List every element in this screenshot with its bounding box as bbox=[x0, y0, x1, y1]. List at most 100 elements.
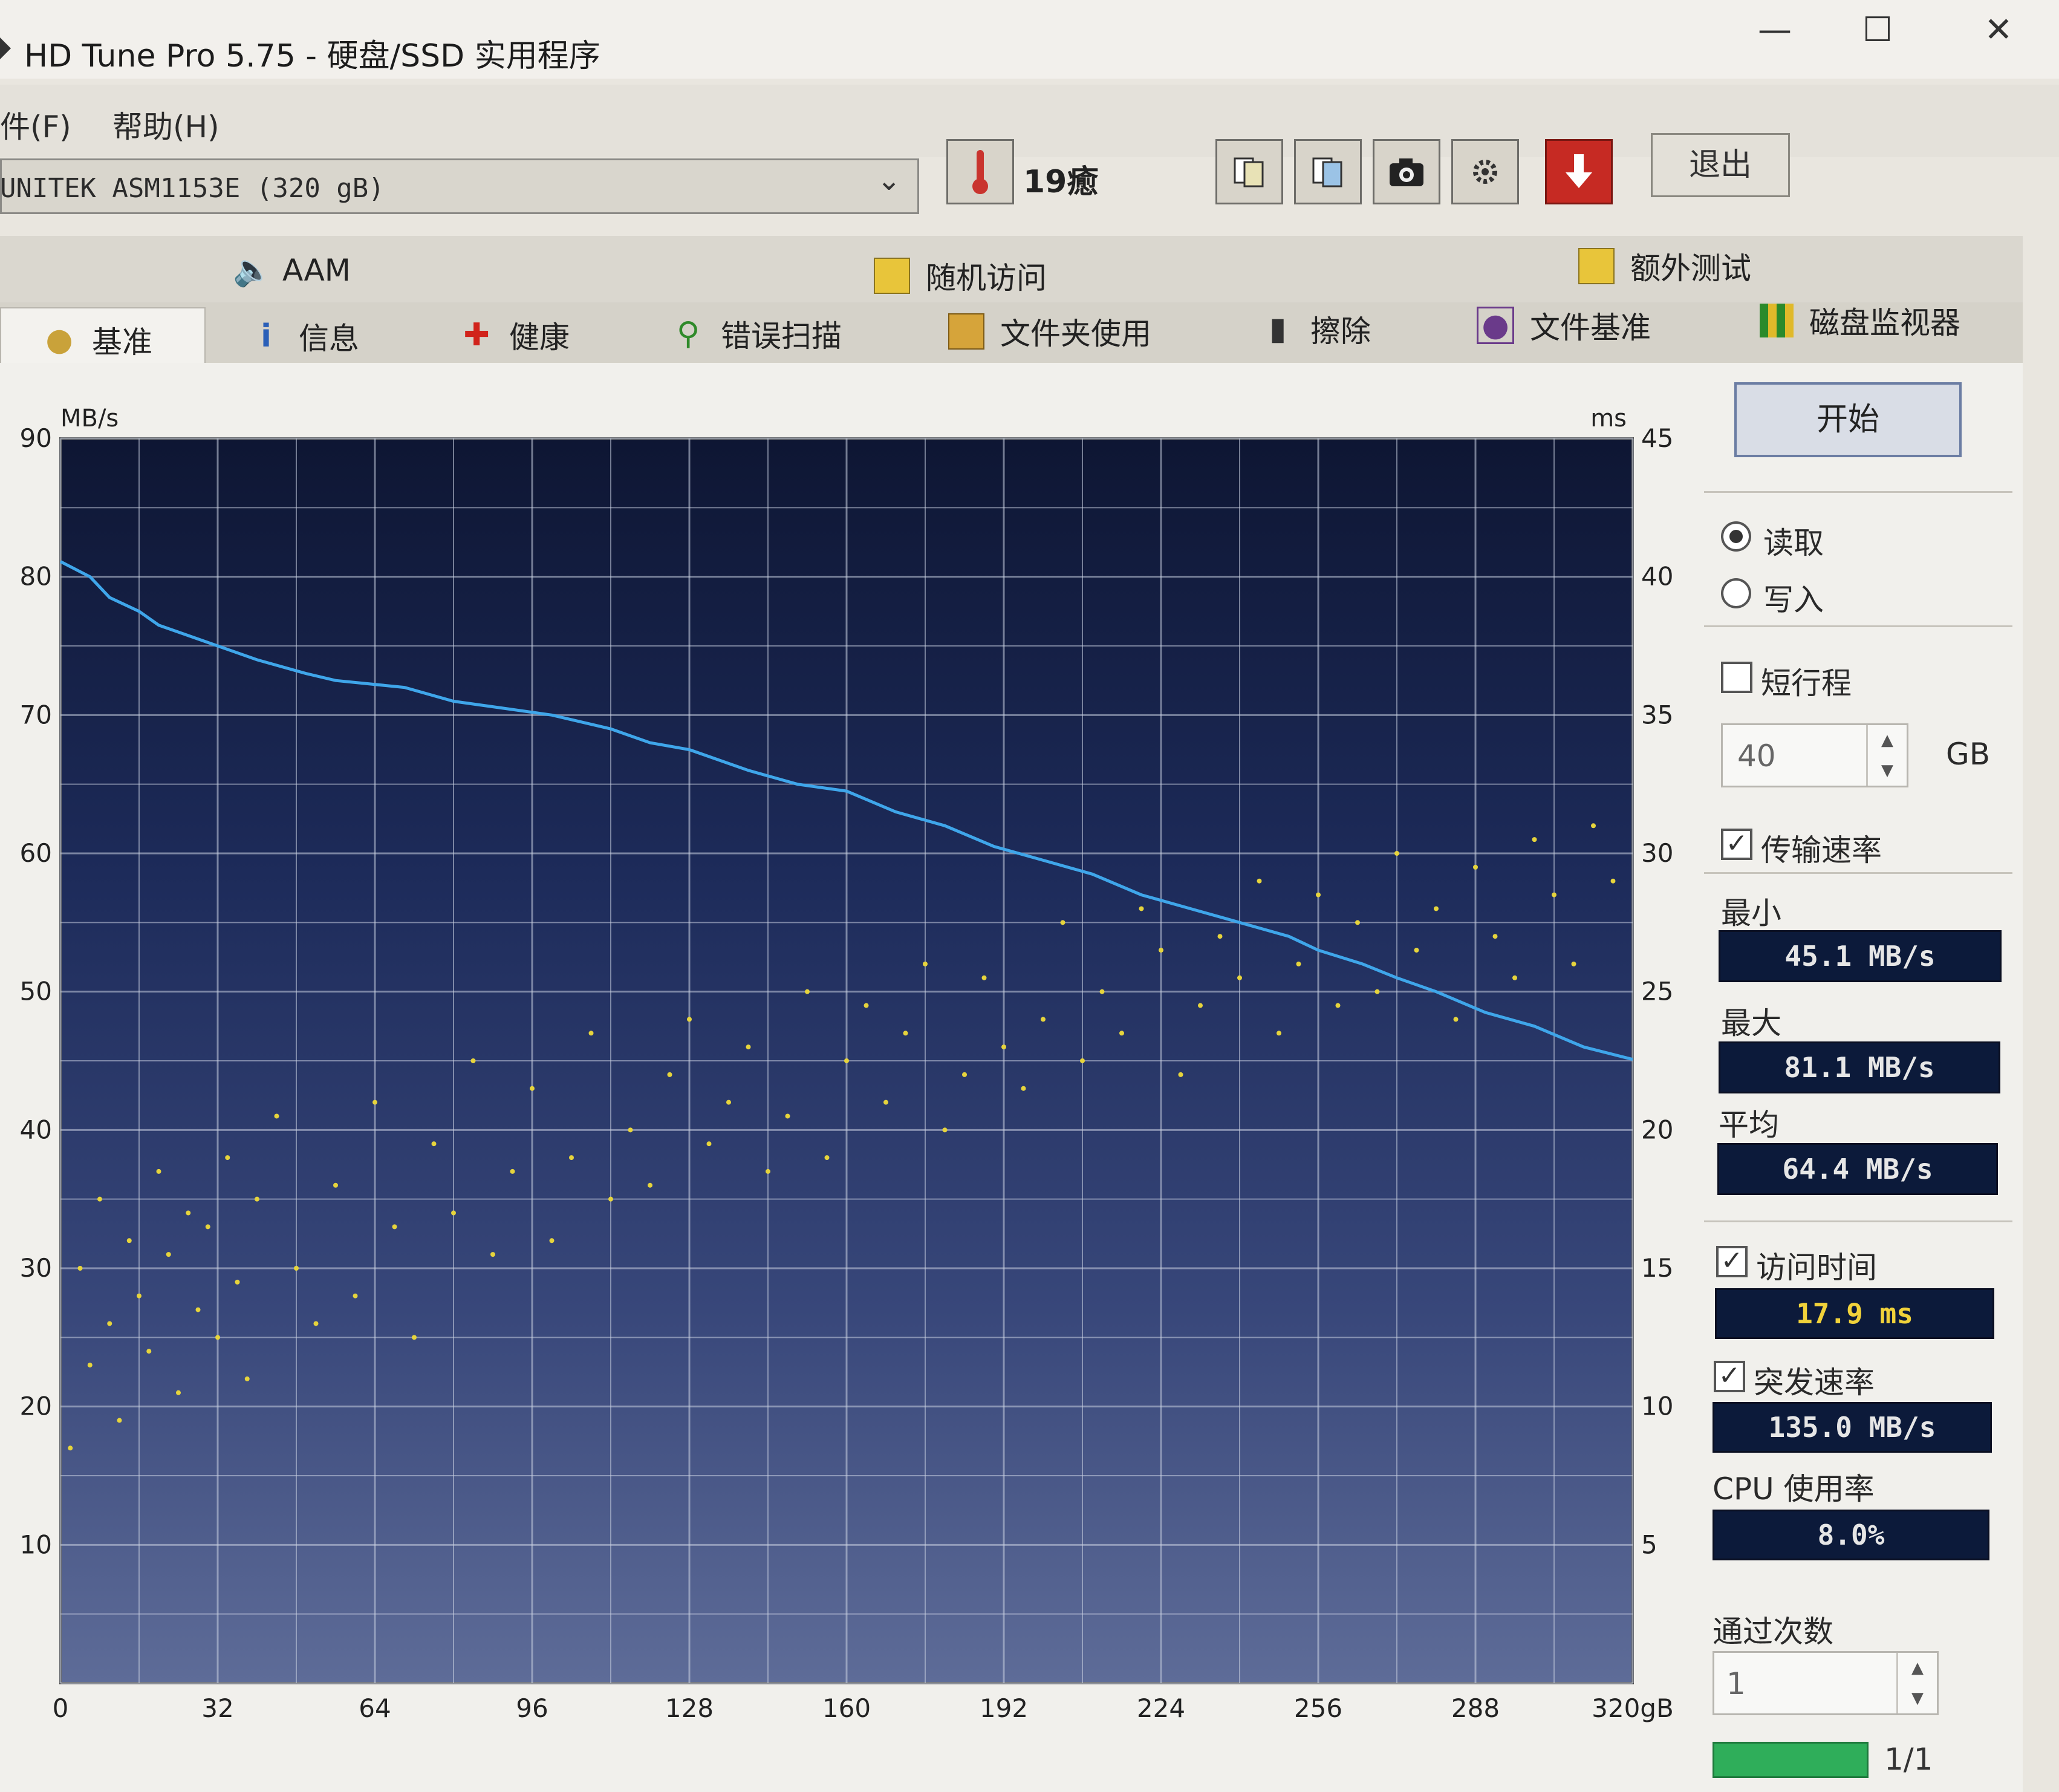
access-time-point bbox=[412, 1335, 417, 1340]
access-time-point bbox=[687, 1017, 692, 1022]
disk-monitor-icon bbox=[1760, 304, 1794, 337]
tab-erase[interactable]: ▮ 擦除 bbox=[1261, 307, 1371, 351]
close-icon[interactable]: ✕ bbox=[1965, 6, 2032, 54]
copy-info-icon[interactable] bbox=[1215, 139, 1283, 204]
passes-spinner[interactable]: 1 ▲ ▼ bbox=[1713, 1651, 1939, 1715]
divider bbox=[1704, 872, 2012, 874]
access-time-point bbox=[864, 1003, 869, 1008]
chevron-down-icon[interactable]: ⌄ bbox=[877, 163, 901, 197]
tab-info[interactable]: i 信息 bbox=[249, 314, 359, 358]
start-button[interactable]: 开始 bbox=[1734, 382, 1962, 457]
min-readout: 45.1 MB/s bbox=[1719, 930, 2002, 982]
burst-rate-label: 突发速率 bbox=[1754, 1365, 1875, 1400]
access-time-point bbox=[1001, 1044, 1006, 1050]
access-time-point bbox=[1296, 961, 1301, 966]
access-time-point bbox=[392, 1224, 397, 1230]
short-stroke-value: 40 bbox=[1737, 738, 1776, 774]
access-time-point bbox=[117, 1418, 122, 1423]
access-time-point bbox=[97, 1196, 102, 1202]
tab-error-scan[interactable]: ⚲ 错误扫描 bbox=[671, 312, 842, 356]
x-tick-label: 0 bbox=[53, 1693, 69, 1723]
tab-folder-usage[interactable]: 文件夹使用 bbox=[948, 310, 1151, 353]
access-time-point bbox=[186, 1210, 191, 1216]
access-time-point bbox=[313, 1321, 319, 1326]
min-label: 最小 bbox=[1721, 896, 1781, 931]
access-time-point bbox=[1414, 948, 1419, 953]
spinner-arrows-icon[interactable]: ▲ ▼ bbox=[1896, 1653, 1937, 1713]
y-left-tick-label: 50 bbox=[20, 977, 52, 1006]
access-time-point bbox=[766, 1168, 770, 1174]
x-tick-label: 192 bbox=[980, 1693, 1028, 1723]
tab-file-benchmark[interactable]: ● 文件基准 bbox=[1477, 304, 1651, 347]
access-time-checkbox[interactable]: ✓ bbox=[1716, 1246, 1748, 1277]
x-tick-label: 288 bbox=[1451, 1693, 1500, 1723]
tab-aam[interactable]: 🔈 AAM bbox=[233, 253, 351, 288]
tab-disk-monitor[interactable]: 磁盘监视器 bbox=[1760, 299, 1960, 342]
cpu-usage-readout: 8.0% bbox=[1713, 1510, 1989, 1560]
access-time-point bbox=[225, 1155, 230, 1161]
tab-random-access[interactable]: 随机访问 bbox=[874, 254, 1047, 298]
menu-help[interactable]: 帮助(H) bbox=[112, 103, 220, 146]
max-label: 最大 bbox=[1721, 1006, 1781, 1041]
x-tick-label: 128 bbox=[665, 1693, 714, 1723]
x-tick-label: 224 bbox=[1137, 1693, 1185, 1723]
exit-button[interactable]: 退出 bbox=[1651, 133, 1790, 197]
access-time-point bbox=[1099, 989, 1105, 994]
access-time-point bbox=[1434, 906, 1439, 911]
y-left-tick-label: 10 bbox=[20, 1530, 52, 1559]
save-icon[interactable] bbox=[1545, 139, 1613, 204]
minimize-icon[interactable]: — bbox=[1742, 6, 1808, 54]
menu-file[interactable]: 件(F) bbox=[0, 103, 71, 146]
access-time-point bbox=[166, 1252, 171, 1257]
temperature-readout: 19癒 bbox=[1023, 164, 1099, 200]
access-time-point bbox=[353, 1293, 358, 1298]
burst-rate-checkbox[interactable]: ✓ bbox=[1714, 1361, 1745, 1392]
short-stroke-unit: GB bbox=[1946, 737, 1991, 772]
access-time-point bbox=[923, 961, 928, 966]
access-time-point bbox=[1591, 823, 1596, 829]
pass-progress-text: 1/1 bbox=[1884, 1742, 1933, 1777]
access-time-point bbox=[706, 1141, 712, 1147]
access-time-point bbox=[1080, 1058, 1085, 1063]
divider bbox=[1704, 491, 2012, 493]
write-radio[interactable] bbox=[1721, 578, 1751, 608]
access-time-point bbox=[1374, 989, 1380, 994]
short-stroke-checkbox[interactable] bbox=[1721, 662, 1752, 693]
health-icon: ✚ bbox=[463, 317, 490, 353]
x-tick-label: 96 bbox=[516, 1693, 548, 1723]
access-time-point bbox=[244, 1376, 250, 1381]
y-right-tick-label: 10 bbox=[1641, 1392, 1673, 1421]
access-time-point bbox=[1178, 1072, 1183, 1077]
access-time-point bbox=[1060, 920, 1065, 925]
camera-icon[interactable] bbox=[1373, 139, 1440, 204]
maximize-icon[interactable]: ☐ bbox=[1844, 6, 1911, 54]
transfer-rate-checkbox[interactable]: ✓ bbox=[1721, 829, 1752, 860]
y-left-unit: MB/s bbox=[60, 405, 119, 432]
spinner-arrows-icon[interactable]: ▲ ▼ bbox=[1866, 725, 1907, 786]
read-radio[interactable] bbox=[1721, 521, 1751, 552]
y-right-tick-label: 45 bbox=[1641, 423, 1673, 453]
options-icon[interactable] bbox=[1451, 139, 1519, 204]
access-time-point bbox=[176, 1390, 181, 1395]
access-time-point bbox=[608, 1196, 613, 1202]
short-stroke-spinner[interactable]: 40 ▲ ▼ bbox=[1721, 723, 1908, 787]
drive-dropdown-value: UNITEK ASM1153E (320 gB) bbox=[0, 173, 385, 204]
tab-benchmark[interactable]: ● 基准 bbox=[42, 318, 152, 362]
copy-screen-icon[interactable] bbox=[1294, 139, 1362, 204]
thermometer-icon bbox=[946, 139, 1014, 204]
avg-label: 平均 bbox=[1719, 1107, 1779, 1142]
x-tick-label: 64 bbox=[359, 1693, 391, 1723]
tab-extra-tests[interactable]: 额外测试 bbox=[1578, 244, 1751, 288]
access-time-point bbox=[844, 1058, 849, 1063]
access-time-point bbox=[333, 1182, 338, 1188]
y-right-tick-label: 30 bbox=[1641, 838, 1673, 868]
access-time-point bbox=[569, 1155, 574, 1161]
access-time-point bbox=[1571, 961, 1576, 966]
access-time-point bbox=[981, 975, 987, 980]
access-time-point bbox=[785, 1113, 790, 1119]
y-right-tick-label: 25 bbox=[1641, 977, 1673, 1006]
access-time-point bbox=[1139, 906, 1144, 911]
tab-health[interactable]: ✚ 健康 bbox=[460, 313, 570, 357]
access-time-point bbox=[805, 989, 810, 994]
access-time-point bbox=[490, 1252, 495, 1257]
